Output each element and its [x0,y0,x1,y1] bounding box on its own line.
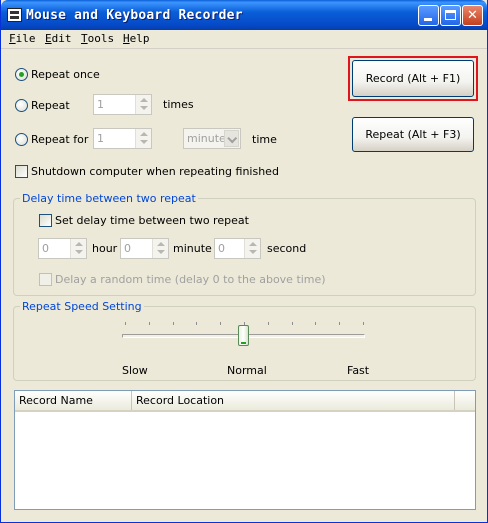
maximize-icon [445,10,456,20]
shutdown-checkbox[interactable] [15,165,28,178]
arrow-down-icon [157,250,165,254]
record-button[interactable]: Record (Alt + F1) [352,60,474,97]
menu-tools[interactable]: Tools [81,32,114,45]
hour-label: hour [92,242,118,255]
speed-tick [125,322,126,325]
minimize-button[interactable] [418,5,439,26]
app-icon[interactable] [7,8,22,22]
times-label: times [163,98,194,111]
window-title: Mouse and Keyboard Recorder [26,8,243,23]
column-record-name[interactable]: Record Name [15,391,132,410]
arrow-down-icon [249,250,257,254]
set-delay-checkbox[interactable] [39,214,52,227]
speed-tick [196,322,197,325]
title-bar[interactable]: Mouse and Keyboard Recorder ✕ [1,0,487,30]
arrow-up-icon [140,98,148,102]
maximize-button[interactable] [440,5,461,26]
repeat-for-radio[interactable] [15,133,28,146]
arrow-up-icon [249,242,257,246]
time-unit-select[interactable]: minute [183,128,241,149]
repeat-once-label[interactable]: Repeat once [31,68,100,81]
arrow-down-icon [140,106,148,110]
speed-slow-label: Slow [122,364,148,377]
speed-slider-thumb[interactable] [238,325,249,346]
speed-group-title: Repeat Speed Setting [20,300,144,313]
arrow-up-icon [75,242,83,246]
app-window: Mouse and Keyboard Recorder ✕ File Edit … [0,0,488,523]
close-icon: ✕ [467,8,478,23]
record-button-label: Record (Alt + F1) [365,72,461,85]
minimize-icon [424,18,432,21]
delay-second-value: 0 [218,242,225,255]
speed-tick [363,322,364,325]
repeat-for-stepper[interactable]: 1 [93,128,152,149]
repeat-for-value: 1 [97,132,104,145]
arrow-down-icon [140,140,148,144]
repeat-button[interactable]: Repeat (Alt + F3) [352,117,474,152]
speed-tick [315,322,316,325]
chevron-down-icon[interactable] [224,130,239,147]
arrow-down-icon [75,250,83,254]
speed-tick [220,322,221,325]
speed-fast-label: Fast [347,364,370,377]
repeat-for-arrows[interactable] [135,129,151,148]
second-label: second [267,242,307,255]
delay-minute-arrows[interactable] [152,239,168,258]
column-filler [455,391,475,410]
minute-label: minute [173,242,212,255]
menu-edit[interactable]: Edit [45,32,72,45]
delay-minute-value: 0 [124,242,131,255]
menu-help[interactable]: Help [123,32,150,45]
arrow-up-icon [157,242,165,246]
column-record-location[interactable]: Record Location [132,391,455,410]
random-delay-label: Delay a random time (delay 0 to the abov… [55,273,326,286]
record-list-header: Record Name Record Location [15,391,475,412]
speed-tick [292,322,293,325]
shutdown-label[interactable]: Shutdown computer when repeating finishe… [31,165,279,178]
repeat-for-label[interactable]: Repeat for [31,133,88,146]
delay-hour-value: 0 [42,242,49,255]
record-list[interactable]: Record Name Record Location [14,390,476,510]
repeat-count-arrows[interactable] [135,95,151,114]
speed-tick [173,322,174,325]
repeat-button-label: Repeat (Alt + F3) [365,128,461,141]
repeat-once-radio[interactable] [15,68,28,81]
close-button[interactable]: ✕ [462,5,483,26]
repeat-count-stepper[interactable]: 1 [93,94,152,115]
time-unit-value: minute [187,132,226,145]
repeat-times-radio[interactable] [15,99,28,112]
delay-second-stepper[interactable]: 0 [214,238,261,259]
menu-file[interactable]: File [9,32,36,45]
time-label: time [252,133,277,146]
delay-hour-arrows[interactable] [70,239,86,258]
random-delay-checkbox[interactable] [39,273,52,286]
repeat-times-label[interactable]: Repeat [31,99,70,112]
speed-tick [339,322,340,325]
speed-tick [149,322,150,325]
delay-hour-stepper[interactable]: 0 [38,238,87,259]
speed-normal-label: Normal [227,364,267,377]
speed-tick [268,322,269,325]
delay-second-arrows[interactable] [244,239,260,258]
delay-group-title: Delay time between two repeat [20,192,198,205]
arrow-up-icon [140,132,148,136]
delay-minute-stepper[interactable]: 0 [120,238,169,259]
menu-bar: File Edit Tools Help [1,30,487,49]
repeat-count-value: 1 [97,98,104,111]
set-delay-label[interactable]: Set delay time between two repeat [55,214,249,227]
